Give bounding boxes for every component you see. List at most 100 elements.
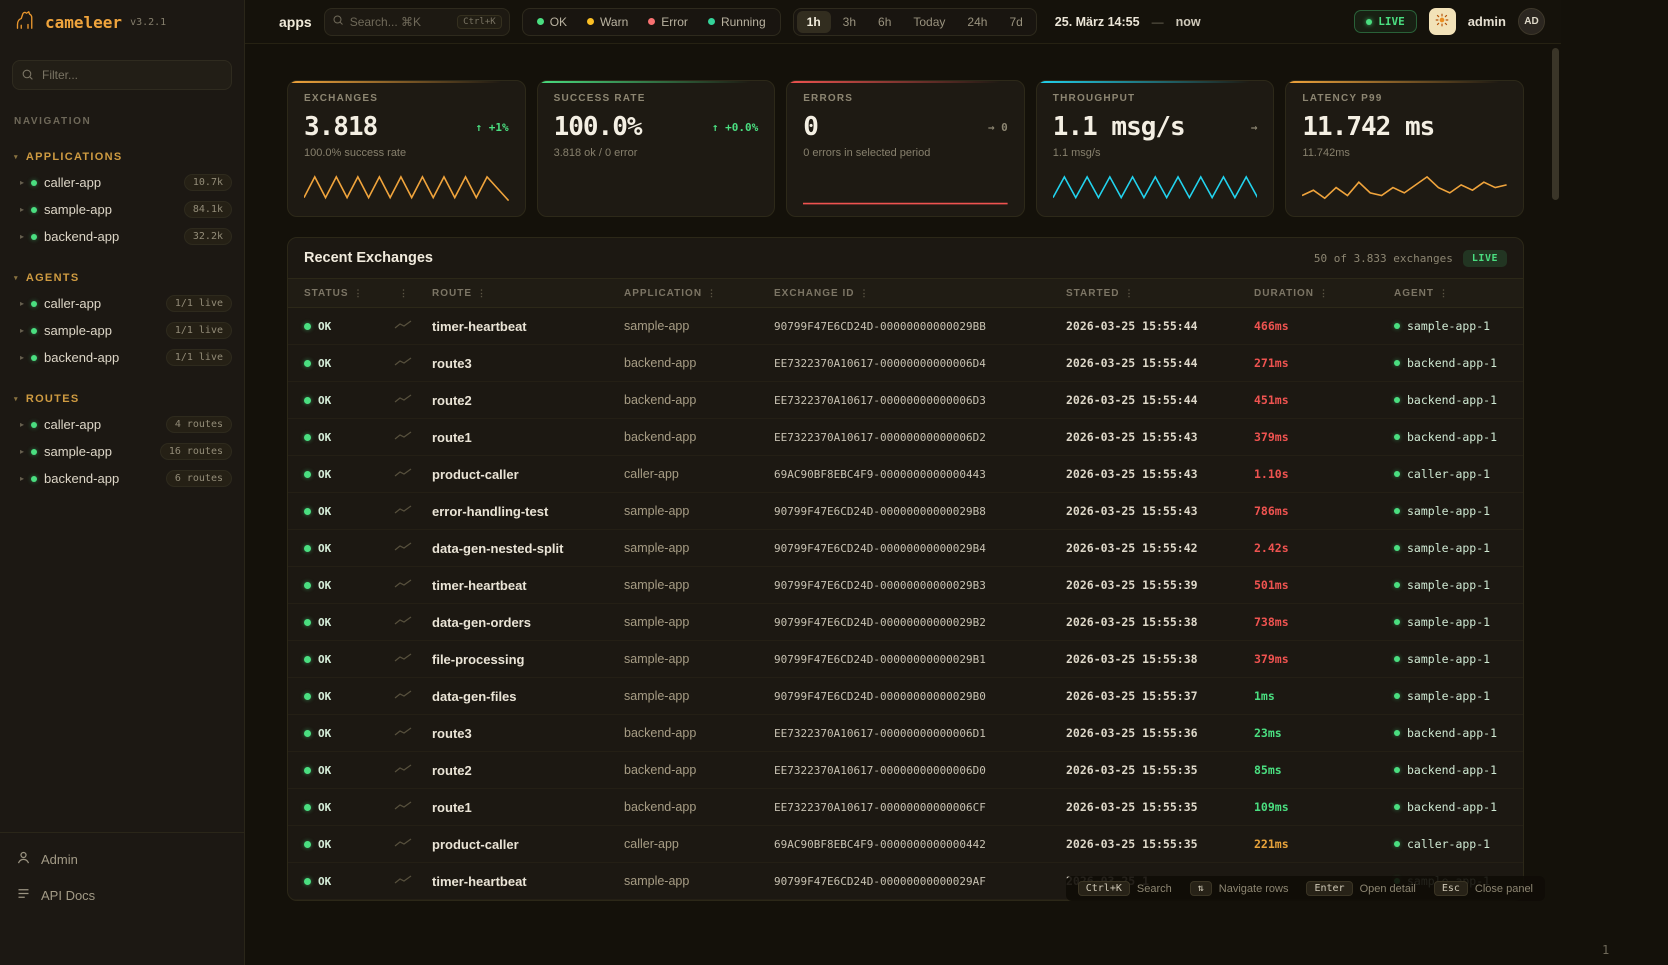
time-range-button[interactable]: 7d bbox=[999, 11, 1032, 33]
table-row[interactable]: OK product-caller caller-app 69AC90BF8EB… bbox=[288, 456, 1523, 493]
nav-section-header[interactable]: ▾ APPLICATIONS bbox=[0, 145, 244, 169]
chevron-right-icon: ▸ bbox=[20, 299, 24, 308]
health-status-dot bbox=[31, 476, 37, 482]
stat-card[interactable]: ERRORS 0 → 0 0 errors in selected period bbox=[786, 80, 1025, 217]
table-row[interactable]: OK route1 backend-app EE7322370A10617-00… bbox=[288, 789, 1523, 826]
global-search[interactable]: Search... ⌘K Ctrl+K bbox=[324, 8, 510, 36]
sidebar-item[interactable]: ▸ backend-app 6 routes bbox=[0, 465, 244, 492]
duration-value: 1.10s bbox=[1254, 467, 1394, 481]
column-header[interactable]: STATUS ⋮ bbox=[304, 288, 394, 299]
table-row[interactable]: OK route3 backend-app EE7322370A10617-00… bbox=[288, 345, 1523, 382]
column-header[interactable]: DURATION ⋮ bbox=[1254, 288, 1394, 299]
status-filter-chip[interactable]: Running bbox=[698, 15, 776, 29]
table-row[interactable]: OK data-gen-nested-split sample-app 9079… bbox=[288, 530, 1523, 567]
chevron-right-icon: ▸ bbox=[20, 420, 24, 429]
status-label: OK bbox=[318, 690, 331, 703]
stat-card[interactable]: THROUGHPUT 1.1 msg/s → 1.1 msg/s bbox=[1036, 80, 1275, 217]
brand-name: cameleer bbox=[45, 13, 122, 32]
status-filter-chip[interactable]: OK bbox=[527, 15, 577, 29]
duration-value: 466ms bbox=[1254, 319, 1394, 333]
chevron-right-icon: ▸ bbox=[20, 205, 24, 214]
status-filter-chip[interactable]: Error bbox=[638, 15, 698, 29]
sidebar-footer: Admin API Docs bbox=[0, 832, 244, 965]
table-row[interactable]: OK route3 backend-app EE7322370A10617-00… bbox=[288, 715, 1523, 752]
app-window: cameleer v3.2.1 NAVIGATION ▾ APPLICATION… bbox=[0, 0, 1561, 965]
sidebar-item[interactable]: ▸ caller-app 1/1 live bbox=[0, 290, 244, 317]
table-row[interactable]: OK file-processing sample-app 90799F47E6… bbox=[288, 641, 1523, 678]
agent-name: caller-app-1 bbox=[1407, 837, 1490, 851]
sidebar-item-admin[interactable]: Admin bbox=[0, 841, 244, 877]
health-status-dot bbox=[31, 180, 37, 186]
theme-toggle-button[interactable] bbox=[1429, 8, 1456, 35]
sidebar-item-label: backend-app bbox=[44, 471, 119, 486]
time-range-button[interactable]: 24h bbox=[957, 11, 997, 33]
column-header[interactable]: ⋮ bbox=[394, 288, 432, 299]
stat-card[interactable]: EXCHANGES 3.818 ↑ +1% 100.0% success rat… bbox=[287, 80, 526, 217]
status-filter-chip[interactable]: Warn bbox=[577, 15, 638, 29]
nav-section-header[interactable]: ▾ ROUTES bbox=[0, 387, 244, 411]
trend-icon bbox=[394, 613, 432, 631]
scrollbar[interactable] bbox=[1552, 48, 1559, 200]
sidebar-item-label: caller-app bbox=[44, 296, 101, 311]
started-timestamp: 2026-03-25 15:55:38 bbox=[1066, 615, 1254, 629]
agent-cell: backend-app-1 bbox=[1394, 430, 1507, 444]
time-range-button[interactable]: 3h bbox=[833, 11, 866, 33]
nav-section-header[interactable]: ▾ AGENTS bbox=[0, 266, 244, 290]
time-range-button[interactable]: Today bbox=[903, 11, 955, 33]
ok-status-dot bbox=[304, 360, 311, 367]
trend-icon bbox=[394, 687, 432, 705]
agent-status-dot bbox=[1394, 767, 1400, 773]
stat-card[interactable]: LATENCY P99 11.742 ms 11.742ms bbox=[1285, 80, 1524, 217]
stat-card[interactable]: SUCCESS RATE 100.0% ↑ +0.0% 3.818 ok / 0… bbox=[537, 80, 776, 217]
agent-status-dot bbox=[1394, 693, 1400, 699]
column-header[interactable]: AGENT ⋮ bbox=[1394, 288, 1507, 299]
time-range-button[interactable]: 1h bbox=[797, 11, 831, 33]
agent-cell: backend-app-1 bbox=[1394, 800, 1507, 814]
trend-icon bbox=[394, 650, 432, 668]
live-badge: LIVE bbox=[1463, 250, 1507, 267]
status-label: OK bbox=[318, 653, 331, 666]
table-row[interactable]: OK timer-heartbeat sample-app 90799F47E6… bbox=[288, 567, 1523, 604]
application-name: backend-app bbox=[624, 356, 774, 370]
sidebar-item[interactable]: ▸ caller-app 4 routes bbox=[0, 411, 244, 438]
sidebar-item-badge: 4 routes bbox=[166, 416, 232, 433]
sidebar-item[interactable]: ▸ caller-app 10.7k bbox=[0, 169, 244, 196]
table-row[interactable]: OK timer-heartbeat sample-app 90799F47E6… bbox=[288, 308, 1523, 345]
agent-name: sample-app-1 bbox=[1407, 652, 1490, 666]
table-row[interactable]: OK data-gen-files sample-app 90799F47E6C… bbox=[288, 678, 1523, 715]
live-dot bbox=[1366, 19, 1372, 25]
sidebar-item-api-docs[interactable]: API Docs bbox=[0, 877, 244, 913]
sidebar-item[interactable]: ▸ backend-app 32.2k bbox=[0, 223, 244, 250]
column-header[interactable]: ROUTE ⋮ bbox=[432, 288, 624, 299]
chevron-right-icon: ▸ bbox=[20, 353, 24, 362]
table-row[interactable]: OK error-handling-test sample-app 90799F… bbox=[288, 493, 1523, 530]
table-row[interactable]: OK product-caller caller-app 69AC90BF8EB… bbox=[288, 826, 1523, 863]
route-name: timer-heartbeat bbox=[432, 874, 624, 889]
column-header[interactable]: APPLICATION ⋮ bbox=[624, 288, 774, 299]
table-row[interactable]: OK data-gen-orders sample-app 90799F47E6… bbox=[288, 604, 1523, 641]
ok-status-dot bbox=[304, 619, 311, 626]
time-range-button[interactable]: 6h bbox=[868, 11, 901, 33]
status-filter-label: OK bbox=[550, 15, 567, 29]
sidebar-item[interactable]: ▸ sample-app 84.1k bbox=[0, 196, 244, 223]
status-cell: OK bbox=[304, 468, 394, 481]
sidebar-item[interactable]: ▸ backend-app 1/1 live bbox=[0, 344, 244, 371]
sidebar-footer-label: API Docs bbox=[41, 888, 95, 903]
sidebar-item[interactable]: ▸ sample-app 16 routes bbox=[0, 438, 244, 465]
sidebar-item[interactable]: ▸ sample-app 1/1 live bbox=[0, 317, 244, 344]
avatar[interactable]: AD bbox=[1518, 8, 1545, 35]
application-name: sample-app bbox=[624, 504, 774, 518]
column-header[interactable]: EXCHANGE ID ⋮ bbox=[774, 288, 1066, 299]
date-range-start[interactable]: 25. März 14:55 bbox=[1055, 15, 1140, 29]
agent-status-dot bbox=[1394, 397, 1400, 403]
table-row[interactable]: OK route1 backend-app EE7322370A10617-00… bbox=[288, 419, 1523, 456]
sparkline-chart bbox=[554, 172, 759, 206]
duration-value: 738ms bbox=[1254, 615, 1394, 629]
date-range-end[interactable]: now bbox=[1176, 15, 1201, 29]
table-row[interactable]: OK route2 backend-app EE7322370A10617-00… bbox=[288, 752, 1523, 789]
table-row[interactable]: OK route2 backend-app EE7322370A10617-00… bbox=[288, 382, 1523, 419]
live-indicator[interactable]: LIVE bbox=[1354, 10, 1417, 33]
sidebar-filter-input[interactable] bbox=[12, 60, 232, 90]
column-header[interactable]: STARTED ⋮ bbox=[1066, 288, 1254, 299]
route-name: product-caller bbox=[432, 837, 624, 852]
